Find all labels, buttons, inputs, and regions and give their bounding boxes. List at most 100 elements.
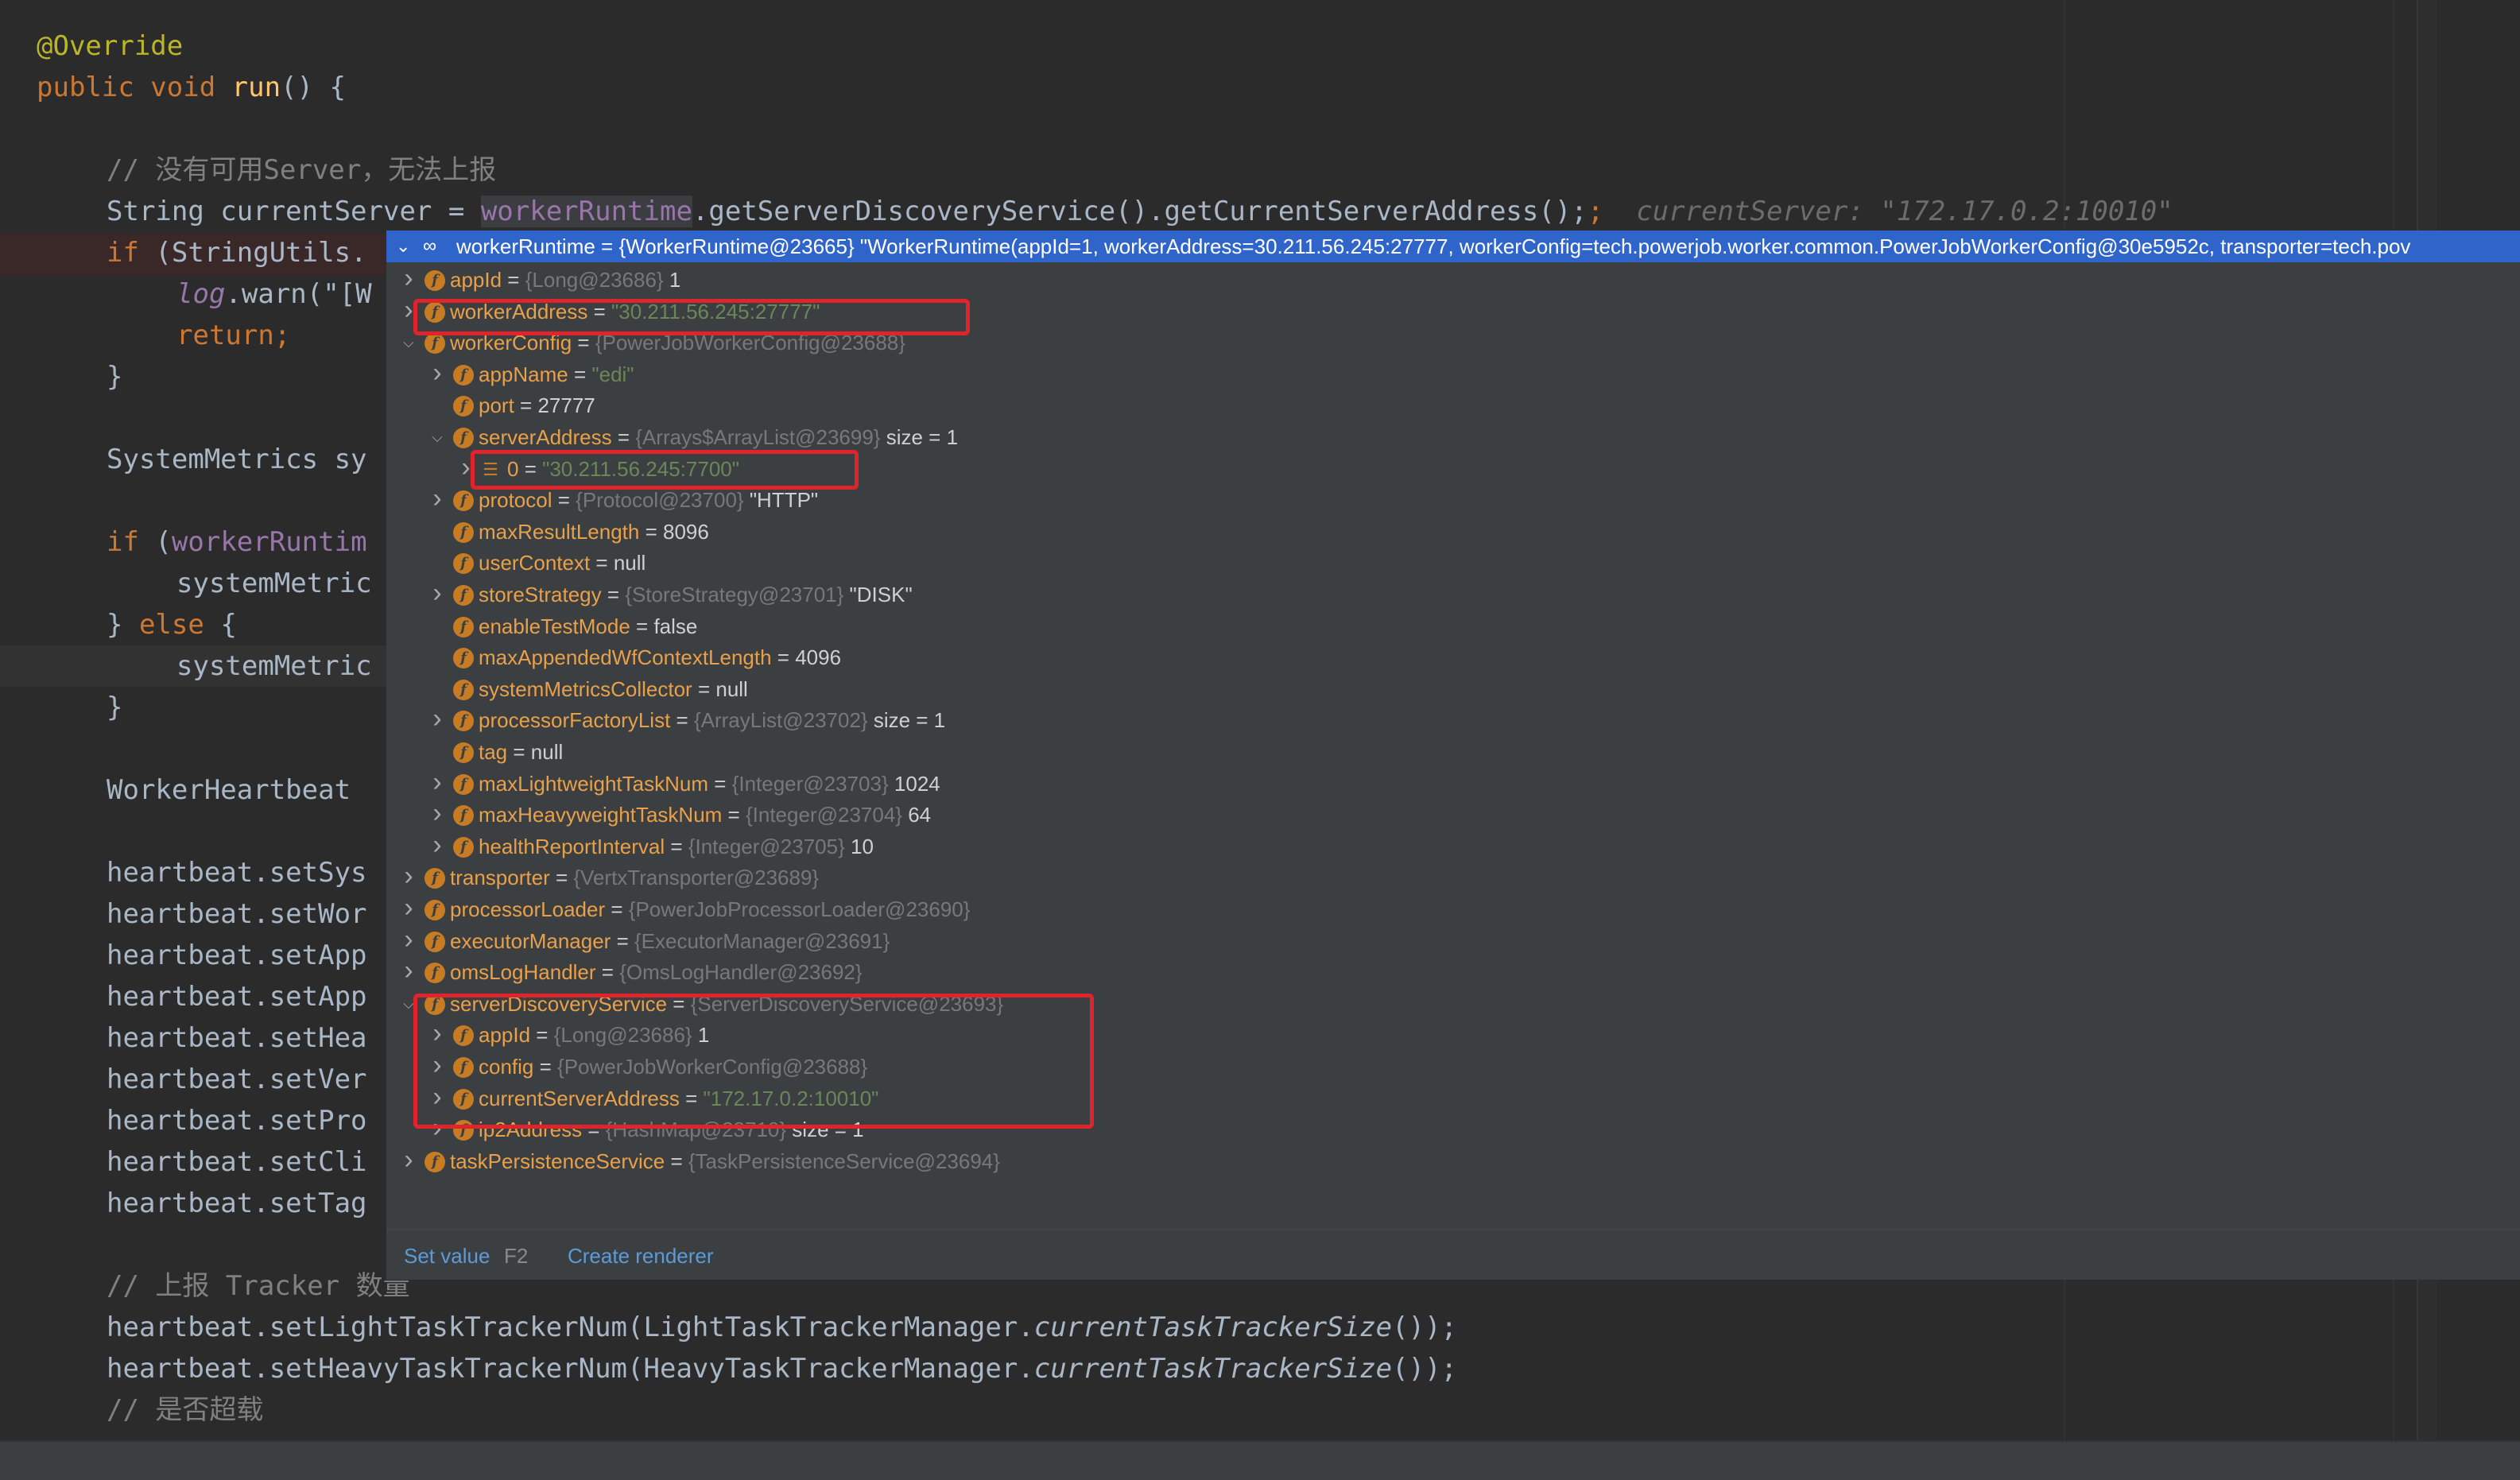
chevron-right-icon[interactable]: › bbox=[399, 893, 418, 922]
keyword: if bbox=[107, 237, 139, 269]
chevron-right-icon[interactable]: › bbox=[428, 831, 447, 859]
code-text: systemMetric bbox=[176, 650, 372, 682]
equals-sign: = bbox=[514, 393, 538, 418]
code-line: // 上报 Tracker 数量 bbox=[107, 1265, 410, 1307]
code-text: ()); bbox=[1392, 1311, 1458, 1343]
equals-sign: = bbox=[722, 803, 746, 827]
variable-text: enableTestMode = false bbox=[479, 610, 697, 642]
field-icon: f bbox=[425, 900, 445, 920]
variable-name: enableTestMode bbox=[479, 614, 630, 638]
variable-row[interactable]: › f transporter = {VertxTransporter@23689} bbox=[386, 862, 2520, 893]
variable-row[interactable]: › f appName = "edi" bbox=[386, 358, 2520, 390]
equals-sign: = bbox=[601, 583, 626, 606]
highlight-box-server-discovery bbox=[413, 994, 1094, 1129]
set-value-shortcut: F2 bbox=[504, 1244, 529, 1268]
variable-type: {Protocol@23700} bbox=[576, 488, 744, 513]
code-text: heartbeat.setVer bbox=[107, 1064, 367, 1095]
field-reference[interactable]: workerRuntime bbox=[480, 196, 692, 227]
variable-row[interactable]: › f executorManager = {ExecutorManager@236… bbox=[386, 925, 2520, 957]
code-line: heartbeat.setApp bbox=[107, 976, 367, 1017]
variable-name: protocol bbox=[479, 488, 552, 513]
field-icon: f bbox=[453, 836, 474, 858]
chevron-right-icon[interactable]: › bbox=[428, 704, 447, 733]
chevron-right-icon[interactable]: › bbox=[428, 799, 447, 827]
highlight-box-worker-address bbox=[413, 299, 970, 335]
inline-value-hint: currentServer: "172.17.0.2:10010" bbox=[1636, 196, 2173, 227]
code-line: // 没有可用Server，无法上报 bbox=[107, 149, 496, 191]
set-value-link[interactable]: Set value bbox=[404, 1240, 490, 1272]
chevron-right-icon[interactable]: › bbox=[428, 358, 447, 387]
variable-text: taskPersistenceService = {TaskPersistenc… bbox=[450, 1145, 1000, 1177]
chevron-right-icon[interactable]: › bbox=[399, 862, 418, 890]
keyword: return; bbox=[176, 320, 291, 351]
method-name: run bbox=[231, 72, 281, 103]
equals-sign: = bbox=[771, 645, 796, 670]
variable-type: {Integer@23705} bbox=[688, 834, 845, 858]
variable-row[interactable]: f maxAppendedWfContextLength = 4096 bbox=[386, 641, 2520, 673]
variable-text: port = 27777 bbox=[479, 389, 595, 421]
variable-value: 1 bbox=[663, 268, 681, 292]
chevron-right-icon[interactable]: › bbox=[428, 579, 447, 607]
field-icon: f bbox=[453, 773, 474, 795]
equals-sign: = bbox=[665, 1149, 688, 1173]
variable-row[interactable]: f systemMetricsCollector = null bbox=[386, 673, 2520, 705]
code-line: heartbeat.setVer bbox=[107, 1059, 367, 1100]
keyword: public void bbox=[37, 72, 216, 103]
variable-value: 27777 bbox=[537, 393, 595, 418]
chevron-right-icon[interactable]: › bbox=[399, 264, 418, 293]
code-line: if (StringUtils. bbox=[107, 232, 367, 273]
code-text: WorkerHeartbeat bbox=[107, 774, 367, 806]
create-renderer-link[interactable]: Create renderer bbox=[568, 1240, 714, 1272]
variable-name: maxHeavyweightTaskNum bbox=[479, 803, 723, 827]
variable-type: {VertxTransporter@23689} bbox=[573, 866, 820, 890]
variable-value: size = 1 bbox=[867, 708, 946, 733]
chevron-right-icon[interactable]: › bbox=[399, 956, 418, 985]
annotation-text: @Override bbox=[37, 30, 184, 62]
variable-name: appId bbox=[450, 268, 502, 292]
chevron-down-icon[interactable]: ⌵ bbox=[428, 421, 447, 453]
code-text: heartbeat.setPro bbox=[107, 1105, 367, 1137]
variable-row[interactable]: f userContext = null bbox=[386, 547, 2520, 579]
chevron-right-icon[interactable]: › bbox=[399, 1145, 418, 1174]
code-text: (StringUtils. bbox=[138, 237, 367, 269]
code-line: heartbeat.setCli bbox=[107, 1141, 367, 1183]
variable-row[interactable]: › f processorLoader = {PowerJobProcessorLo… bbox=[386, 893, 2520, 925]
variable-row[interactable]: f tag = null bbox=[386, 736, 2520, 768]
variable-row[interactable]: › f processorFactoryList = {ArrayList@2370… bbox=[386, 704, 2520, 736]
code-text: heartbeat.setApp bbox=[107, 940, 367, 971]
variable-row[interactable]: › f healthReportInterval = {Integer@23705}… bbox=[386, 831, 2520, 862]
variable-row[interactable]: f enableTestMode = false bbox=[386, 610, 2520, 642]
chevron-right-icon[interactable]: › bbox=[399, 925, 418, 954]
highlight-box-server-address bbox=[471, 450, 859, 490]
chevron-down-icon[interactable]: ⌄ bbox=[396, 231, 410, 262]
variable-row[interactable]: › f storeStrategy = {StoreStrategy@23701} … bbox=[386, 579, 2520, 610]
variable-value: false bbox=[653, 614, 698, 638]
variable-row[interactable]: › f maxHeavyweightTaskNum = {Integer@23704… bbox=[386, 799, 2520, 831]
variable-row[interactable]: › f omsLogHandler = {OmsLogHandler@23692} bbox=[386, 956, 2520, 988]
variable-row[interactable]: f port = 27777 bbox=[386, 389, 2520, 421]
code-line: heartbeat.setWor bbox=[107, 893, 367, 935]
variable-row[interactable]: ⌵ f serverAddress = {Arrays$ArrayList@2369… bbox=[386, 421, 2520, 453]
variable-name: appName bbox=[479, 362, 568, 386]
code-line: systemMetric bbox=[176, 645, 372, 687]
chevron-right-icon[interactable]: › bbox=[428, 484, 447, 513]
static-call: currentTaskTrackerSize bbox=[1033, 1353, 1393, 1385]
variable-row[interactable]: f maxResultLength = 8096 bbox=[386, 516, 2520, 548]
code-line: heartbeat.setSys bbox=[107, 852, 367, 893]
field-reference: workerRuntim bbox=[171, 526, 367, 558]
variable-row[interactable]: › f maxLightweightTaskNum = {Integer@23703… bbox=[386, 768, 2520, 800]
debug-variables-popup[interactable]: ⌄ ∞ workerRuntime = {WorkerRuntime@23665… bbox=[386, 231, 2520, 1280]
variable-name: serverAddress bbox=[479, 425, 612, 449]
variable-row[interactable]: › f appId = {Long@23686} 1 bbox=[386, 264, 2520, 296]
variable-type: {Integer@23703} bbox=[731, 771, 889, 796]
chevron-right-icon[interactable]: › bbox=[428, 768, 447, 796]
code-line: WorkerHeartbeat bbox=[107, 769, 367, 811]
variable-type: {StoreStrategy@23701} bbox=[625, 583, 844, 606]
variable-name: healthReportInterval bbox=[479, 834, 665, 858]
variable-value: 10 bbox=[844, 834, 874, 858]
code-text: } bbox=[107, 692, 123, 723]
variable-text: userContext = null bbox=[479, 547, 646, 579]
variable-row[interactable]: › f taskPersistenceService = {TaskPersiste… bbox=[386, 1145, 2520, 1177]
popup-header[interactable]: ⌄ ∞ workerRuntime = {WorkerRuntime@23665… bbox=[386, 231, 2520, 262]
variable-name: processorLoader bbox=[450, 897, 606, 921]
